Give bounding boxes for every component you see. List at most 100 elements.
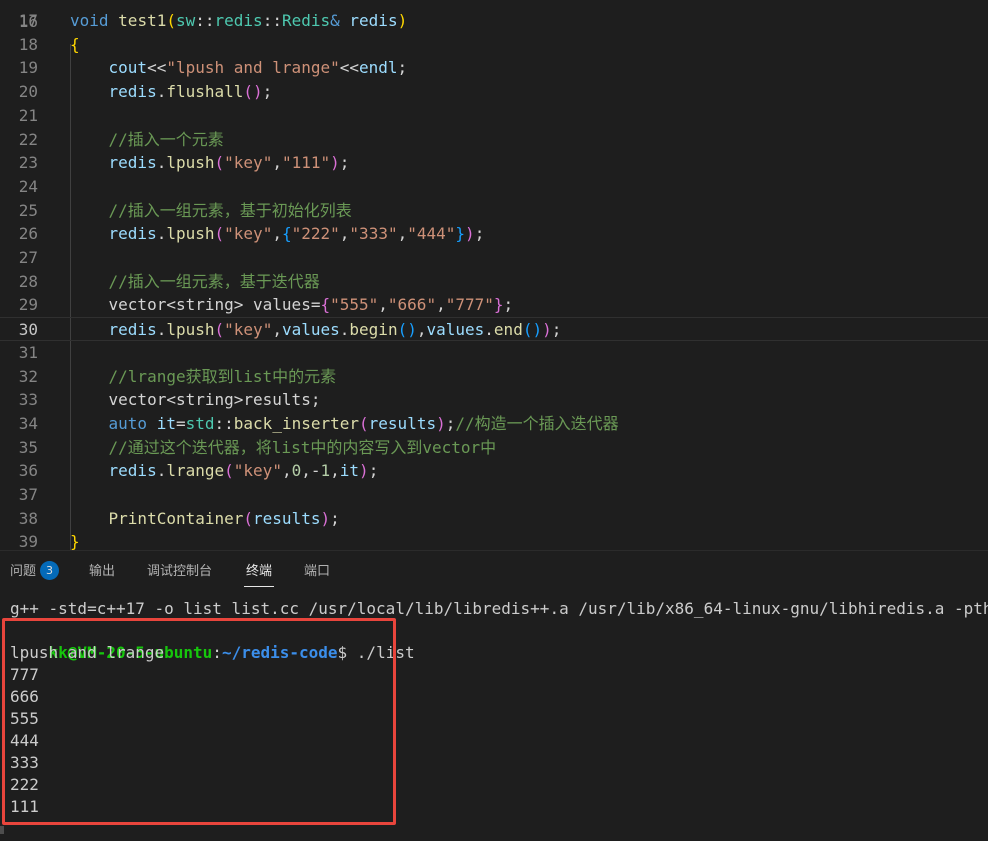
tab-terminal[interactable]: 终端 (243, 551, 275, 593)
terminal[interactable]: g++ -std=c++17 -o list list.cc /usr/loca… (0, 592, 988, 841)
code-token: "lpush and lrange" (166, 58, 340, 78)
code-line[interactable]: 33 vector<string>results; (0, 388, 988, 412)
tab-ports[interactable]: 端口 (304, 551, 330, 593)
code-line[interactable]: 18 { (0, 33, 988, 57)
code-token: ( (166, 11, 176, 30)
code-token: endl (358, 58, 398, 78)
code-text: redis.lrange("key",0,-1,it); (70, 459, 379, 483)
code-text: redis.lpush("key",{"222","333","444"}); (70, 222, 485, 246)
code-token: ; (503, 295, 514, 315)
code-token: //插入一个元素 (108, 129, 224, 149)
code-line[interactable]: 21 (0, 104, 988, 128)
line-number: 25 (18, 200, 38, 220)
code-token: redis (349, 11, 398, 30)
code-line[interactable]: 20 redis.flushall(); (0, 80, 988, 104)
terminal-prompt-line-current[interactable]: kk@VM-20-5-ubuntu:~/redis-code$ (10, 818, 370, 840)
code-line[interactable]: 22 //插入一个元素 (0, 128, 988, 152)
code-text: //通过这个迭代器，将list中的内容写入到vector中 (70, 436, 497, 460)
line-number: 17 (18, 11, 38, 30)
code-token: values (426, 320, 485, 340)
code-token: "444" (407, 224, 456, 244)
code-token: it (339, 461, 360, 481)
code-token: ) (330, 153, 340, 173)
panel-tab-bar: 问题 3 输出 调试控制台 终端 端口 (0, 550, 988, 593)
code-token: } (455, 224, 466, 244)
code-token: void (70, 11, 109, 30)
code-token: "333" (349, 224, 398, 244)
code-text: //插入一组元素，基于迭代器 (70, 270, 320, 294)
code-token: lpush (166, 320, 215, 340)
code-token: . (484, 320, 494, 340)
code-token: 0 (291, 461, 302, 481)
code-line[interactable]: 26 redis.lpush("key",{"222","333","444"}… (0, 222, 988, 246)
code-line[interactable]: 39} (0, 530, 988, 550)
code-token: , (330, 461, 340, 481)
line-number: 35 (18, 437, 38, 457)
code-text: redis.flushall(); (70, 80, 273, 104)
code-line[interactable]: 28 //插入一组元素，基于迭代器 (0, 270, 988, 294)
code-token: ) (320, 508, 331, 528)
code-line[interactable]: 38 PrintContainer(results); (0, 507, 988, 531)
line-number: 38 (18, 508, 38, 528)
terminal-output-line: 111 (10, 797, 39, 816)
code-line[interactable]: 35 //通过这个迭代器，将list中的内容写入到vector中 (0, 436, 988, 460)
code-text: PrintContainer(results); (70, 507, 340, 531)
line-number: 20 (18, 82, 38, 102)
tab-problems[interactable]: 问题 3 (10, 551, 60, 593)
code-token: //构造一个插入迭代器 (455, 413, 619, 433)
code-line[interactable]: 32 //lrange获取到list中的元素 (0, 365, 988, 389)
code-line[interactable]: 17 void test1(sw::redis::Redis& redis) (0, 9, 988, 33)
code-text: redis.lpush("key",values.begin(),values.… (70, 318, 562, 342)
line-number: 36 (18, 461, 38, 481)
code-token: std (185, 413, 215, 433)
code-line[interactable]: 37 (0, 483, 988, 507)
code-token: , (272, 320, 282, 340)
line-number: 24 (18, 176, 38, 196)
line-number: 23 (18, 153, 38, 173)
code-token: end (493, 320, 523, 340)
code-line[interactable]: 27 (0, 246, 988, 270)
code-token: ) (436, 413, 446, 433)
code-token: redis (108, 320, 157, 340)
code-line[interactable]: 19 cout<<"lpush and lrange"<<endl; (0, 56, 988, 80)
line-number: 19 (18, 58, 38, 78)
code-line[interactable]: 25 //插入一组元素，基于初始化列表 (0, 199, 988, 223)
tab-debug-console[interactable]: 调试控制台 (147, 551, 212, 593)
code-token: cout (108, 58, 148, 78)
code-text: vector<string>results; (70, 388, 321, 412)
code-token: } (493, 295, 504, 315)
code-token: ; (368, 461, 379, 481)
code-line[interactable]: 24 (0, 175, 988, 199)
tab-output[interactable]: 输出 (89, 551, 115, 593)
code-token: , (397, 224, 408, 244)
code-line[interactable]: 34 auto it=std::back_inserter(results);/… (0, 412, 988, 436)
code-token: ; (262, 82, 273, 102)
code-line[interactable]: 29 vector<string> values={"555","666","7… (0, 293, 988, 317)
code-text: //插入一个元素 (70, 128, 224, 152)
code-token: it (156, 413, 176, 433)
code-token: ) (359, 461, 369, 481)
code-editor[interactable]: 16 17 void test1(sw::redis::Redis& redis)… (0, 0, 988, 550)
code-text: //lrange获取到list中的元素 (70, 365, 337, 389)
terminal-output-line: 444 (10, 731, 39, 750)
code-line[interactable]: 36 redis.lrange("key",0,-1,it); (0, 459, 988, 483)
code-token: << (339, 58, 359, 78)
code-line[interactable]: 23 redis.lpush("key","111"); (0, 151, 988, 175)
code-line[interactable]: 31 (0, 341, 988, 365)
code-token: ; (474, 224, 485, 244)
tab-debug-console-label: 调试控制台 (147, 564, 213, 579)
code-line[interactable]: 30 redis.lpush("key",values.begin(),valu… (0, 317, 988, 341)
code-token: vector<string> values= (108, 295, 321, 315)
code-text: cout<<"lpush and lrange"<<endl; (70, 56, 408, 80)
code-token: flushall (166, 82, 244, 102)
